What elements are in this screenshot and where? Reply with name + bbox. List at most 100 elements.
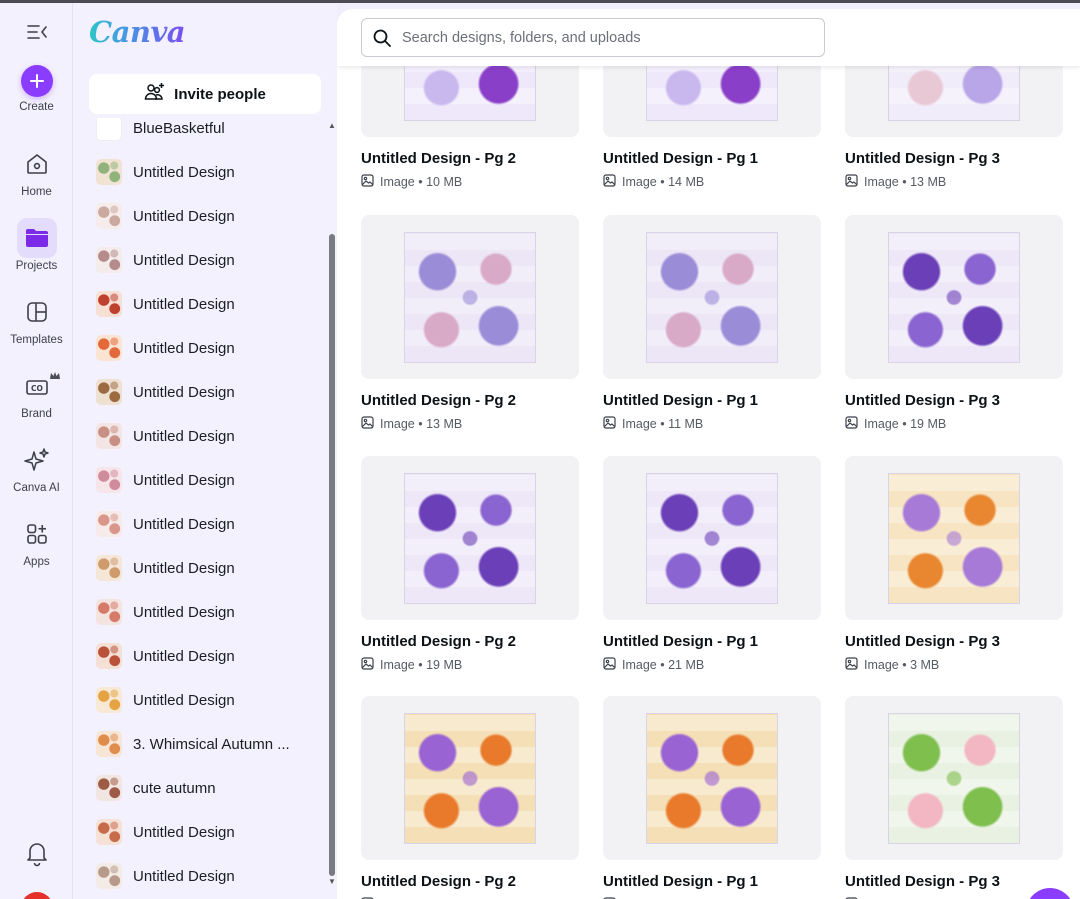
folder-icon [16,218,57,258]
design-preview-image [888,473,1020,604]
design-title[interactable]: Untitled Design - Pg 1 [603,633,758,650]
rail-create-button[interactable]: Create [0,65,73,113]
design-title[interactable]: Untitled Design - Pg 1 [603,392,758,409]
list-item[interactable]: Untitled Design [73,546,329,590]
list-item[interactable]: Untitled Design [73,590,329,634]
canva-logo[interactable]: Canva [89,15,186,49]
rail-brand-label: Brand [21,408,52,420]
rail-home-button[interactable]: Home [0,144,73,198]
design-thumbnail [96,423,122,449]
rail-apps-label: Apps [23,556,50,568]
list-item[interactable]: Untitled Design [73,414,329,458]
list-item[interactable]: cute autumn [73,766,329,810]
image-icon [361,174,374,190]
list-item[interactable]: 3. Whimsical Autumn ... [73,722,329,766]
apps-icon [17,514,57,554]
add-people-icon [144,82,166,106]
list-item[interactable]: Untitled Design [73,634,329,678]
design-thumbnail [96,335,122,361]
design-preview-image [888,232,1020,363]
design-card[interactable]: Untitled Design - Pg 1Image • [603,696,821,899]
design-thumbnail [96,687,122,713]
image-icon [603,174,616,190]
design-meta-text: Image • 21 MB [622,658,705,672]
design-meta: Image • 10 MB [361,174,462,190]
design-preview-image [646,713,778,844]
design-thumbnail [96,247,122,273]
sparkle-icon [17,440,57,480]
design-card[interactable]: Untitled Design - Pg 1 Image • 21 MB [603,456,821,672]
design-thumbnail [96,511,122,537]
design-preview-image [646,232,778,363]
design-card[interactable]: Untitled Design - Pg 2 Image • 13 MB [361,215,579,431]
rail-templates-button[interactable]: Templates [0,292,73,346]
design-thumbnail [96,819,122,845]
list-item[interactable]: BlueBasketful [73,118,329,150]
list-item[interactable]: Untitled Design [73,282,329,326]
list-item-label: 3. Whimsical Autumn ... [133,735,290,753]
design-card[interactable]: Untitled Design - Pg 3 Image • 19 MB [845,215,1063,431]
design-card[interactable]: Untitled Design - Pg 3 Image • 3 MB [845,456,1063,672]
design-meta: Image • 19 MB [361,657,462,673]
design-title[interactable]: Untitled Design - Pg 2 [361,633,516,650]
design-card[interactable]: Untitled Design - Pg 2Image • [361,696,579,899]
design-meta-text: Image • 19 MB [864,417,947,431]
main-content: Untitled Design - Pg 2 Image • 10 MB Untit… [337,9,1080,899]
design-thumbnail [96,599,122,625]
search-box[interactable] [361,18,825,57]
design-card[interactable]: Untitled Design - Pg 3Image • [845,696,1063,899]
design-thumbnail [96,159,122,185]
rail-canva-ai-button[interactable]: Canva AI [0,440,73,494]
list-item[interactable]: Untitled Design [73,326,329,370]
home-icon [17,144,57,184]
bell-icon[interactable] [24,839,50,867]
list-item[interactable]: Untitled Design [73,238,329,282]
design-thumbnail [96,643,122,669]
panel-scrollbar[interactable] [329,234,335,876]
design-card[interactable]: Untitled Design - Pg 2 Image • 19 MB [361,456,579,672]
list-item[interactable]: Untitled Design [73,678,329,722]
search-input[interactable] [402,29,812,46]
design-title[interactable]: Untitled Design - Pg 3 [845,150,1000,167]
design-title[interactable]: Untitled Design - Pg 3 [845,873,1000,890]
design-title[interactable]: Untitled Design - Pg 2 [361,392,516,409]
invite-people-button[interactable]: Invite people [89,74,321,114]
design-title[interactable]: Untitled Design - Pg 2 [361,150,516,167]
templates-icon [17,292,57,332]
design-thumbnail [96,555,122,581]
design-title[interactable]: Untitled Design - Pg 2 [361,873,516,890]
list-item[interactable]: Untitled Design [73,458,329,502]
design-card-preview [361,215,579,379]
rail-brand-button[interactable]: CO Brand [0,366,73,420]
image-icon [361,416,374,432]
design-thumbnail [96,863,122,889]
list-item-label: cute autumn [133,779,216,797]
list-item[interactable]: Untitled Design [73,370,329,414]
plus-icon [20,65,53,97]
scroll-down-arrow-icon[interactable]: ▼ [328,877,336,886]
scroll-up-arrow-icon[interactable]: ▲ [328,121,336,130]
design-preview-image [404,232,536,363]
design-card-preview [845,456,1063,620]
design-title[interactable]: Untitled Design - Pg 1 [603,150,758,167]
design-meta-text: Image • 13 MB [864,175,947,189]
avatar[interactable] [21,892,53,899]
list-item[interactable]: Untitled Design [73,150,329,194]
design-meta: Image • 3 MB [845,657,939,673]
rail-projects-button[interactable]: Projects [0,218,73,272]
list-item[interactable]: Untitled Design [73,194,329,238]
design-meta-text: Image • 19 MB [380,658,463,672]
collapse-menu-icon[interactable] [26,23,48,41]
design-title[interactable]: Untitled Design - Pg 3 [845,392,1000,409]
design-meta-text: Image • 14 MB [622,175,705,189]
image-icon [845,657,858,673]
design-card-preview [845,215,1063,379]
design-title[interactable]: Untitled Design - Pg 1 [603,873,758,890]
design-card[interactable]: Untitled Design - Pg 1 Image • 11 MB [603,215,821,431]
list-item[interactable]: Untitled Design [73,854,329,898]
rail-apps-button[interactable]: Apps [0,514,73,568]
image-icon [361,657,374,673]
design-title[interactable]: Untitled Design - Pg 3 [845,633,1000,650]
list-item[interactable]: Untitled Design [73,810,329,854]
list-item[interactable]: Untitled Design [73,502,329,546]
